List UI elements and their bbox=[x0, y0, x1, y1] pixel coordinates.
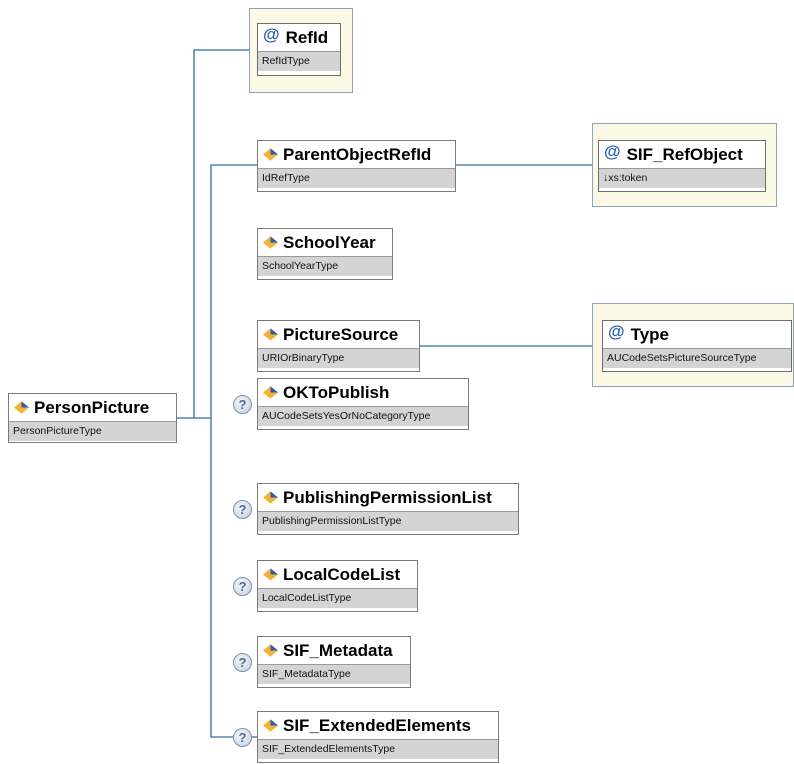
element-type: LocalCodeListType bbox=[258, 588, 417, 608]
element-schoolyear[interactable]: SchoolYear SchoolYearType bbox=[257, 228, 393, 280]
element-name: SIF_Metadata bbox=[283, 640, 393, 660]
element-diamond-icon bbox=[263, 328, 278, 341]
at-sign-icon: @ bbox=[608, 321, 625, 341]
attribute-sif-refobject[interactable]: @ SIF_RefObject ↓xs:token bbox=[598, 140, 766, 192]
attribute-name: Type bbox=[630, 324, 669, 344]
at-sign-icon: @ bbox=[604, 141, 621, 161]
element-picturesource[interactable]: PictureSource URIOrBinaryType bbox=[257, 320, 420, 372]
question-mark-icon: ? bbox=[233, 653, 252, 672]
attribute-refid[interactable]: @ RefId RefIdType bbox=[257, 23, 341, 76]
root-element-name: PersonPicture bbox=[34, 397, 150, 417]
question-mark-icon: ? bbox=[233, 577, 252, 596]
element-diamond-icon bbox=[263, 644, 278, 657]
element-localcodelist[interactable]: LocalCodeList LocalCodeListType bbox=[257, 560, 418, 612]
element-sif-metadata[interactable]: SIF_Metadata SIF_MetadataType bbox=[257, 636, 411, 688]
attribute-name: RefId bbox=[285, 27, 329, 47]
element-type: SIF_ExtendedElementsType bbox=[258, 739, 498, 759]
element-parentobjectrefid[interactable]: ParentObjectRefId IdRefType bbox=[257, 140, 456, 192]
element-sif-extendedelements[interactable]: SIF_ExtendedElements SIF_ExtendedElement… bbox=[257, 711, 499, 763]
element-type: SIF_MetadataType bbox=[258, 664, 410, 684]
element-name: SchoolYear bbox=[283, 232, 376, 252]
question-mark-icon: ? bbox=[233, 500, 252, 519]
element-name: OKToPublish bbox=[283, 382, 390, 402]
element-publishingpermissionlist[interactable]: PublishingPermissionList PublishingPermi… bbox=[257, 483, 519, 535]
root-element-type: PersonPictureType bbox=[9, 421, 176, 441]
element-diamond-icon bbox=[263, 719, 278, 732]
element-name: ParentObjectRefId bbox=[283, 144, 432, 164]
element-diamond-icon bbox=[263, 386, 278, 399]
element-diamond-icon bbox=[263, 148, 278, 161]
root-element-personpicture[interactable]: PersonPicture PersonPictureType bbox=[8, 393, 177, 443]
question-mark-icon: ? bbox=[233, 395, 252, 414]
element-type: URIOrBinaryType bbox=[258, 348, 419, 368]
element-type: AUCodeSetsYesOrNoCategoryType bbox=[258, 406, 468, 426]
element-name: PictureSource bbox=[283, 324, 399, 344]
attribute-type: ↓xs:token bbox=[599, 168, 765, 188]
element-type: IdRefType bbox=[258, 168, 455, 188]
attribute-type: RefIdType bbox=[258, 51, 340, 71]
element-diamond-icon bbox=[14, 401, 29, 414]
attribute-type-value: AUCodeSetsPictureSourceType bbox=[603, 348, 791, 368]
at-sign-icon: @ bbox=[263, 24, 280, 44]
attribute-name: SIF_RefObject bbox=[626, 144, 743, 164]
question-mark-icon: ? bbox=[233, 728, 252, 747]
element-name: PublishingPermissionList bbox=[283, 487, 492, 507]
element-diamond-icon bbox=[263, 568, 278, 581]
element-oktopublish[interactable]: OKToPublish AUCodeSetsYesOrNoCategoryTyp… bbox=[257, 378, 469, 430]
element-name: SIF_ExtendedElements bbox=[283, 715, 472, 735]
element-type: PublishingPermissionListType bbox=[258, 511, 518, 531]
element-diamond-icon bbox=[263, 491, 278, 504]
element-name: LocalCodeList bbox=[283, 564, 401, 584]
element-diamond-icon bbox=[263, 236, 278, 249]
element-type: SchoolYearType bbox=[258, 256, 392, 276]
attribute-type[interactable]: @ Type AUCodeSetsPictureSourceType bbox=[602, 320, 792, 372]
